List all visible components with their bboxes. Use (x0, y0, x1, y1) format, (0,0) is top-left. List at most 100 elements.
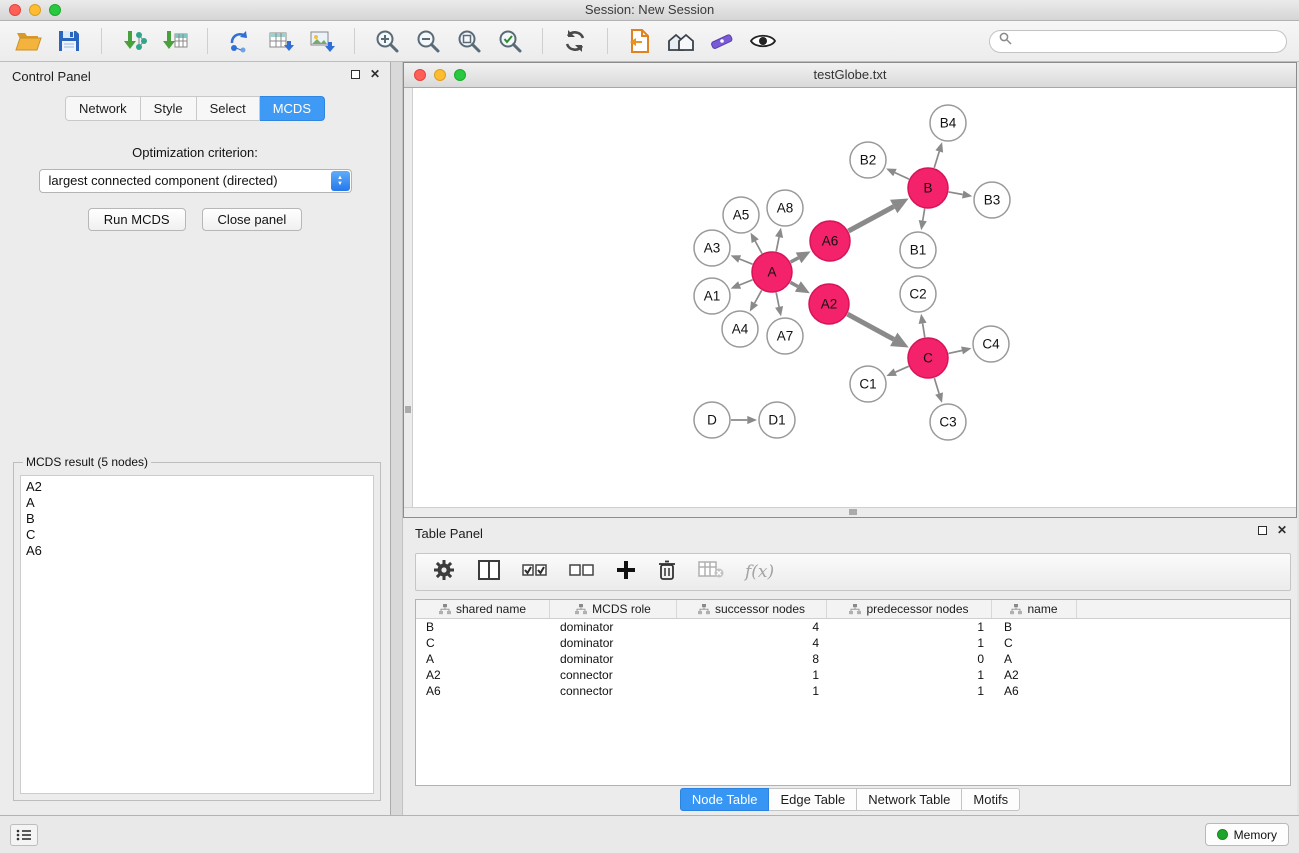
add-row-icon[interactable] (616, 560, 636, 585)
cell-predecessor-nodes[interactable]: 1 (827, 619, 992, 635)
edge-C-C1[interactable] (895, 366, 908, 372)
home-views-icon[interactable] (665, 25, 697, 57)
cell-successor-nodes[interactable]: 4 (677, 619, 827, 635)
panel-divider[interactable] (391, 62, 403, 815)
tab-network[interactable]: Network (65, 96, 141, 121)
network-graph[interactable]: B4B2BB3A5A8A6A3B1AC2A1A2A4A7C4CC1DD1C3 (404, 88, 1296, 507)
open-file-icon[interactable] (12, 25, 44, 57)
mcds-result-item[interactable]: A2 (26, 479, 368, 495)
cell-MCDS-role[interactable]: dominator (550, 635, 677, 651)
import-table-icon[interactable] (159, 25, 191, 57)
edge-A-A5[interactable] (755, 241, 762, 254)
edge-B-B2[interactable] (895, 173, 909, 180)
cell-predecessor-nodes[interactable]: 1 (827, 635, 992, 651)
cell-shared-name[interactable]: C (416, 635, 550, 651)
node-B4[interactable]: B4 (930, 105, 966, 141)
refresh-layout-icon[interactable] (559, 25, 591, 57)
column-header-predecessor-nodes[interactable]: predecessor nodes (827, 600, 992, 618)
tab-style[interactable]: Style (141, 96, 197, 121)
network-horizontal-scrollbar[interactable] (404, 507, 1296, 517)
node-A4[interactable]: A4 (722, 311, 758, 347)
cell-shared-name[interactable]: B (416, 619, 550, 635)
node-A8[interactable]: A8 (767, 190, 803, 226)
trash-icon[interactable] (657, 559, 677, 586)
function-builder-icon[interactable]: f(x) (745, 562, 774, 582)
edge-A-A6[interactable] (791, 258, 799, 262)
table-row[interactable]: Cdominator41C (416, 635, 1290, 651)
node-A6[interactable]: A6 (810, 221, 850, 261)
edge-C-C4[interactable] (949, 351, 963, 354)
network-vertical-scrollbar[interactable] (404, 88, 413, 507)
mcds-result-item[interactable]: A6 (26, 543, 368, 559)
network-canvas[interactable]: B4B2BB3A5A8A6A3B1AC2A1A2A4A7C4CC1DD1C3 (404, 88, 1296, 507)
memory-button[interactable]: Memory (1205, 823, 1289, 846)
node-C2[interactable]: C2 (900, 276, 936, 312)
node-D[interactable]: D (694, 402, 730, 438)
import-network-icon[interactable] (118, 25, 150, 57)
checked-boxes-icon[interactable] (522, 562, 548, 583)
horizontal-scroll-thumb[interactable] (849, 509, 857, 515)
cell-name[interactable]: C (992, 635, 1077, 651)
table-row[interactable]: A2connector11A2 (416, 667, 1290, 683)
save-session-icon[interactable] (53, 25, 85, 57)
node-A2[interactable]: A2 (809, 284, 849, 324)
mcds-result-item[interactable]: A (26, 495, 368, 511)
cell-successor-nodes[interactable]: 8 (677, 651, 827, 667)
cell-shared-name[interactable]: A6 (416, 683, 550, 699)
new-network-icon[interactable] (224, 25, 256, 57)
cell-successor-nodes[interactable]: 4 (677, 635, 827, 651)
task-history-button[interactable] (10, 824, 38, 846)
float-table-panel-icon[interactable] (1258, 526, 1267, 535)
mcds-result-item[interactable]: B (26, 511, 368, 527)
cell-successor-nodes[interactable]: 1 (677, 683, 827, 699)
tab-select[interactable]: Select (197, 96, 260, 121)
close-panel-button[interactable]: Close panel (202, 208, 303, 231)
minimize-window-icon[interactable] (29, 4, 41, 16)
column-header-name[interactable]: name (992, 600, 1077, 618)
node-B[interactable]: B (908, 168, 948, 208)
cell-predecessor-nodes[interactable]: 1 (827, 683, 992, 699)
cell-name[interactable]: A6 (992, 683, 1077, 699)
delete-table-icon[interactable] (698, 559, 724, 586)
node-A[interactable]: A (752, 252, 792, 292)
node-B3[interactable]: B3 (974, 182, 1010, 218)
edge-A-A4[interactable] (755, 290, 762, 303)
node-C4[interactable]: C4 (973, 326, 1009, 362)
cell-name[interactable]: B (992, 619, 1077, 635)
minimize-network-window-icon[interactable] (434, 69, 446, 81)
zoom-fit-icon[interactable] (453, 25, 485, 57)
cell-shared-name[interactable]: A (416, 651, 550, 667)
cell-MCDS-role[interactable]: connector (550, 683, 677, 699)
zoom-network-window-icon[interactable] (454, 69, 466, 81)
edge-A-A8[interactable] (776, 237, 779, 251)
close-network-window-icon[interactable] (414, 69, 426, 81)
node-B2[interactable]: B2 (850, 142, 886, 178)
search-input[interactable] (1018, 34, 1277, 48)
node-C3[interactable]: C3 (930, 404, 966, 440)
edge-A2-C[interactable] (847, 314, 893, 339)
node-D1[interactable]: D1 (759, 402, 795, 438)
edge-C-C3[interactable] (934, 378, 939, 394)
table-row[interactable]: Bdominator41B (416, 619, 1290, 635)
close-table-panel-icon[interactable]: ✕ (1277, 524, 1287, 536)
cell-name[interactable]: A2 (992, 667, 1077, 683)
export-image-icon[interactable] (306, 25, 338, 57)
cell-predecessor-nodes[interactable]: 0 (827, 651, 992, 667)
node-A1[interactable]: A1 (694, 278, 730, 314)
tab-network-table[interactable]: Network Table (857, 788, 962, 811)
edge-A-A2[interactable] (790, 282, 798, 286)
cell-MCDS-role[interactable]: dominator (550, 619, 677, 635)
annotation-icon[interactable] (706, 25, 738, 57)
cell-MCDS-role[interactable]: connector (550, 667, 677, 683)
columns-icon[interactable] (477, 559, 501, 586)
edge-A-A7[interactable] (776, 293, 779, 307)
network-window-titlebar[interactable]: testGlobe.txt (404, 63, 1296, 88)
node-B1[interactable]: B1 (900, 232, 936, 268)
node-C1[interactable]: C1 (850, 366, 886, 402)
table-row[interactable]: A6connector11A6 (416, 683, 1290, 699)
search-field[interactable] (989, 30, 1287, 53)
cell-shared-name[interactable]: A2 (416, 667, 550, 683)
zoom-selected-icon[interactable] (494, 25, 526, 57)
edge-B-B1[interactable] (923, 209, 925, 221)
first-neighbors-icon[interactable] (624, 25, 656, 57)
